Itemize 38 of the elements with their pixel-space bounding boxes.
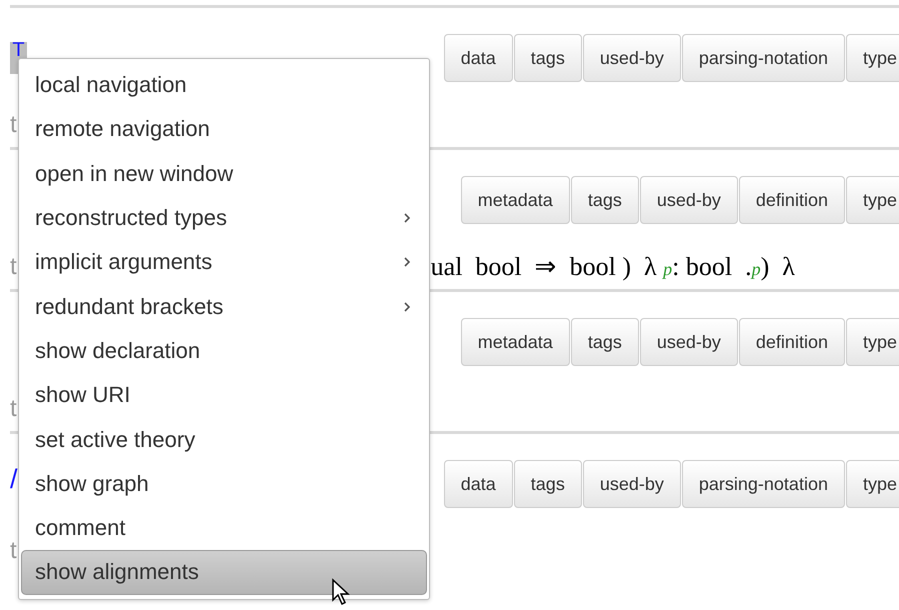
menu-item[interactable]: show URI bbox=[21, 373, 427, 418]
line-text: t bbox=[10, 536, 17, 564]
line-text: t bbox=[10, 110, 17, 138]
menu-item[interactable]: reconstructed types bbox=[21, 196, 427, 240]
formula-text: ual bool ⇒ bool ) λ p: bool .p) λ bbox=[430, 251, 795, 282]
panel-button[interactable]: type bbox=[846, 318, 899, 366]
panel-button[interactable]: parsing-notation bbox=[682, 34, 845, 82]
panel-button[interactable]: tags bbox=[514, 460, 582, 508]
menu-item[interactable]: show graph bbox=[21, 462, 427, 506]
panel-button[interactable]: used-by bbox=[582, 460, 681, 508]
panel-button[interactable]: definition bbox=[738, 176, 845, 224]
menu-item[interactable]: comment bbox=[21, 506, 427, 550]
menu-item[interactable]: show alignments bbox=[21, 550, 427, 595]
menu-item[interactable]: set active theory bbox=[21, 417, 427, 462]
panel-button[interactable]: type bbox=[846, 176, 899, 224]
menu-item[interactable]: local navigation bbox=[21, 63, 427, 108]
menu-item[interactable]: implicit arguments bbox=[21, 240, 427, 284]
panel-button[interactable]: definition bbox=[738, 318, 845, 366]
menu-item[interactable]: redundant brackets bbox=[21, 284, 427, 329]
panel-button[interactable]: parsing-notation bbox=[682, 460, 845, 508]
panel-button[interactable]: tags bbox=[570, 318, 639, 366]
menu-item[interactable]: show declaration bbox=[21, 328, 427, 374]
line-text: t bbox=[10, 252, 17, 280]
menu-item[interactable]: open in new window bbox=[21, 152, 427, 196]
menu-item[interactable]: remote navigation bbox=[21, 107, 427, 152]
panel-button[interactable]: type bbox=[846, 34, 899, 82]
symbol-glyph[interactable]: / bbox=[10, 464, 18, 494]
panel-button[interactable]: metadata bbox=[460, 318, 570, 366]
panel-button[interactable]: tags bbox=[514, 34, 582, 82]
panel-button[interactable]: data bbox=[444, 460, 513, 508]
line-text: t bbox=[10, 394, 17, 422]
panel-button[interactable]: used-by bbox=[640, 318, 738, 366]
panel-button[interactable]: tags bbox=[570, 176, 639, 224]
panel-button[interactable]: data bbox=[444, 34, 513, 82]
panel-button[interactable]: used-by bbox=[640, 176, 738, 224]
panel-button[interactable]: used-by bbox=[582, 34, 681, 82]
panel-button[interactable]: metadata bbox=[460, 176, 570, 224]
panel-button[interactable]: type bbox=[846, 460, 899, 508]
